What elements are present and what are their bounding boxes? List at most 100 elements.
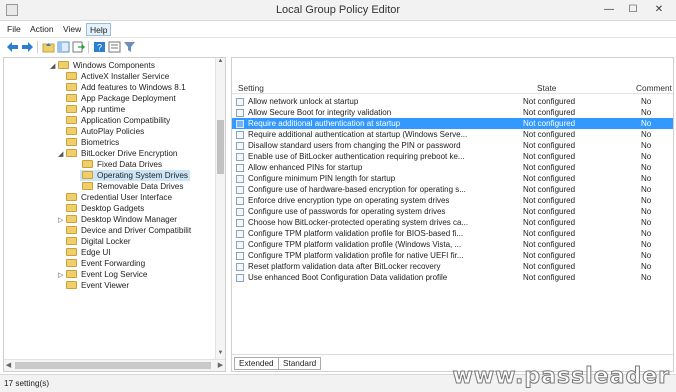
tree-item-label: Device and Driver Compatibilit [81, 226, 192, 235]
setting-state: Not configured [523, 163, 576, 172]
tree-item-label: Event Forwarding [81, 259, 146, 268]
setting-comment: No [641, 119, 652, 128]
tree-vertical-scrollbar[interactable]: ▲ ▼ [215, 58, 225, 359]
export-list-icon[interactable] [72, 41, 85, 53]
show-hide-tree-icon[interactable] [57, 41, 70, 53]
setting-row[interactable]: Configure TPM platform validation profil… [232, 250, 673, 261]
scroll-up-icon[interactable]: ▲ [216, 58, 225, 67]
tree-item-label: App runtime [81, 105, 126, 114]
forward-arrow-icon[interactable] [21, 41, 34, 53]
menu-action[interactable]: Action [27, 23, 57, 36]
filter-icon[interactable] [123, 41, 136, 53]
tree-item[interactable]: Application Compatibility [66, 115, 170, 126]
back-arrow-icon[interactable] [6, 41, 19, 53]
setting-state: Not configured [523, 218, 576, 227]
setting-row[interactable]: Require additional authentication at sta… [232, 118, 673, 129]
tree-item[interactable]: Desktop Gadgets [66, 203, 144, 214]
collapse-arrow-icon[interactable]: ▷ [58, 270, 66, 281]
scroll-right-icon[interactable]: ▶ [216, 361, 225, 369]
setting-row[interactable]: Use enhanced Boot Configuration Data val… [232, 272, 673, 283]
expand-arrow-icon[interactable]: ◢ [50, 61, 58, 72]
expand-arrow-icon[interactable]: ◢ [58, 149, 66, 160]
setting-row[interactable]: Configure TPM platform validation profil… [232, 239, 673, 250]
setting-row[interactable]: Reset platform validation data after Bit… [232, 261, 673, 272]
policy-setting-icon [236, 98, 244, 106]
tree-item[interactable]: Biometrics [66, 137, 119, 148]
setting-row[interactable]: Allow Secure Boot for integrity validati… [232, 107, 673, 118]
tree-item[interactable]: Digital Locker [66, 236, 131, 247]
setting-row[interactable]: Disallow standard users from changing th… [232, 140, 673, 151]
setting-row[interactable]: Require additional authentication at sta… [232, 129, 673, 140]
setting-name: Disallow standard users from changing th… [248, 141, 461, 150]
setting-comment: No [641, 108, 652, 117]
tree-item[interactable]: Event Forwarding [66, 258, 145, 269]
tree-item-windows-components[interactable]: ◢ Windows Components [50, 60, 155, 71]
policy-setting-icon [236, 175, 244, 183]
setting-state: Not configured [523, 152, 576, 161]
folder-icon [66, 193, 77, 201]
tree-item[interactable]: ▷ Event Log Service [58, 269, 147, 280]
scrollbar-thumb[interactable] [15, 362, 211, 369]
tree-item-label: Add features to Windows 8.1 [81, 83, 186, 92]
tree-item[interactable]: App runtime [66, 104, 125, 115]
setting-row[interactable]: Configure minimum PIN length for startup… [232, 173, 673, 184]
properties-icon[interactable] [108, 41, 121, 53]
folder-icon [66, 138, 77, 146]
setting-row[interactable]: Enable use of BitLocker authentication r… [232, 151, 673, 162]
column-header-comment[interactable]: Comment [636, 83, 672, 93]
svg-text:?: ? [97, 43, 102, 53]
tree-item-selected[interactable]: Operating System Drives [80, 170, 191, 181]
setting-row[interactable]: Configure use of hardware-based encrypti… [232, 184, 673, 195]
tree-item[interactable]: Edge UI [66, 247, 111, 258]
setting-comment: No [641, 152, 652, 161]
tree-item-label: Removable Data Drives [97, 182, 184, 191]
column-header-setting[interactable]: Setting [238, 83, 264, 93]
tree-item[interactable]: Credential User Interface [66, 192, 172, 203]
menu-view[interactable]: View [60, 23, 84, 36]
scrollbar-thumb[interactable] [217, 120, 224, 174]
menu-file[interactable]: File [4, 23, 24, 36]
setting-row[interactable]: Choose how BitLocker-protected operating… [232, 217, 673, 228]
scroll-left-icon[interactable]: ◀ [4, 361, 13, 369]
close-button[interactable]: ✕ [648, 2, 670, 18]
policy-setting-icon [236, 186, 244, 194]
setting-comment: No [641, 262, 652, 271]
policy-setting-icon [236, 153, 244, 161]
settings-pane[interactable]: Setting State Comment Allow network unlo… [231, 57, 674, 372]
folder-icon [82, 160, 93, 168]
tree-item[interactable]: ActiveX Installer Service [66, 71, 169, 82]
tree-item[interactable]: AutoPlay Policies [66, 126, 144, 137]
collapse-arrow-icon[interactable]: ▷ [58, 215, 66, 226]
tree-item[interactable]: Add features to Windows 8.1 [66, 82, 186, 93]
tree-item[interactable]: ▷ Desktop Window Manager [58, 214, 177, 225]
menu-help[interactable]: Help [86, 23, 112, 36]
tree-item-bitlocker[interactable]: ◢ BitLocker Drive Encryption [58, 148, 177, 159]
tab-extended[interactable]: Extended [234, 357, 279, 370]
setting-row[interactable]: Allow enhanced PINs for startup Not confi… [232, 162, 673, 173]
tree-item[interactable]: Device and Driver Compatibilit [66, 225, 191, 236]
help-icon[interactable]: ? [93, 41, 106, 53]
setting-row[interactable]: Allow network unlock at startup Not confi… [232, 96, 673, 107]
policy-setting-icon [236, 120, 244, 128]
setting-row[interactable]: Enforce drive encryption type on operati… [232, 195, 673, 206]
tree-horizontal-scrollbar[interactable]: ◀ ▶ [4, 359, 225, 371]
tree-item[interactable]: App Package Deployment [66, 93, 176, 104]
scroll-down-icon[interactable]: ▼ [216, 350, 225, 359]
minimize-button[interactable]: — [598, 2, 620, 18]
tree-pane[interactable]: ◢ Windows Components ActiveX Installer Se… [3, 57, 226, 372]
setting-state: Not configured [523, 108, 576, 117]
folder-icon [66, 281, 77, 289]
tree-item[interactable]: Event Viewer [66, 280, 129, 291]
policy-setting-icon [236, 109, 244, 117]
up-folder-icon[interactable] [42, 41, 55, 53]
tree-item[interactable]: Fixed Data Drives [82, 159, 162, 170]
setting-state: Not configured [523, 174, 576, 183]
folder-icon [66, 83, 77, 91]
watermark-text: www.passleader [452, 364, 670, 390]
maximize-button[interactable]: ☐ [622, 2, 644, 18]
column-header-state[interactable]: State [537, 83, 556, 93]
setting-row[interactable]: Configure TPM platform validation profil… [232, 228, 673, 239]
tree-item[interactable]: Removable Data Drives [82, 181, 183, 192]
setting-row[interactable]: Configure use of passwords for operating… [232, 206, 673, 217]
tab-standard[interactable]: Standard [278, 357, 322, 370]
